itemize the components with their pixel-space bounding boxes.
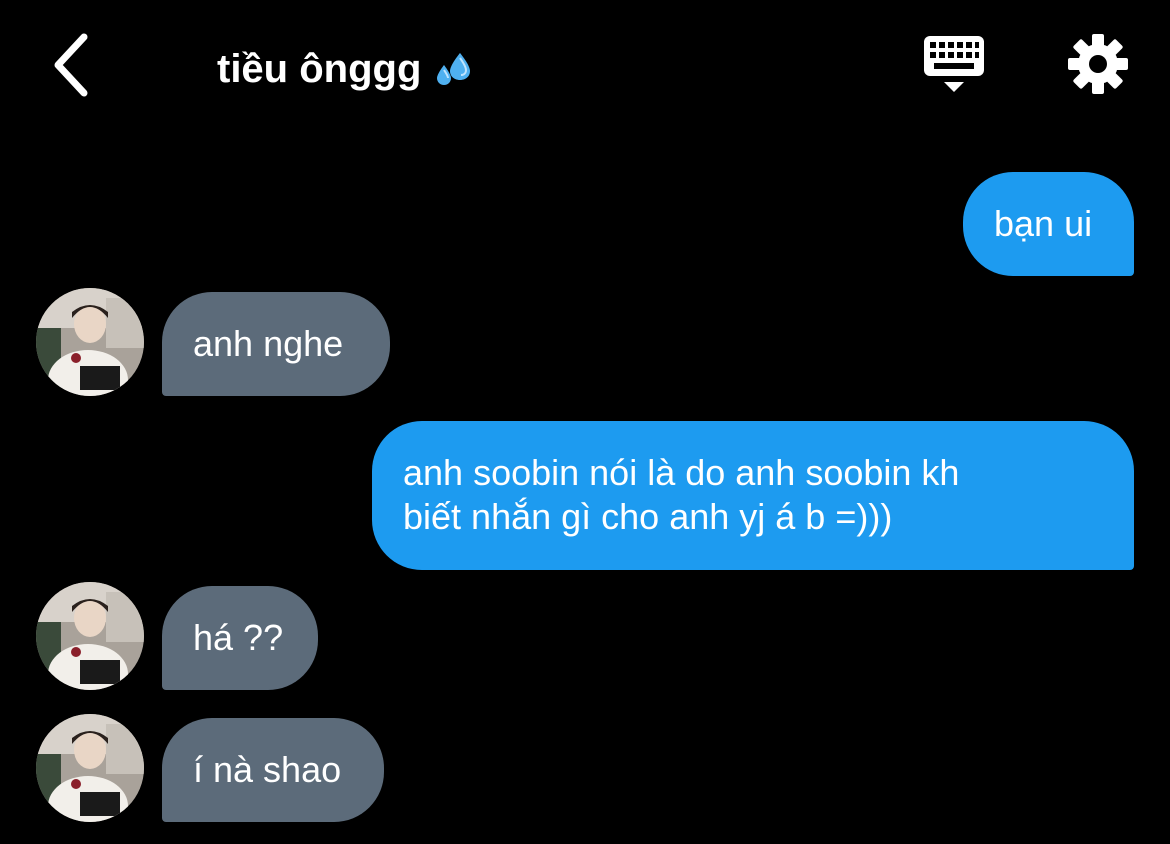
message-bubble-outgoing[interactable]: bạn ui [963, 172, 1134, 276]
keyboard-button[interactable] [920, 32, 988, 98]
message-bubble-incoming[interactable]: há ?? [162, 586, 318, 690]
message-bubble-incoming[interactable]: anh nghe [162, 292, 390, 396]
sweat-droplets-icon [433, 49, 473, 89]
chevron-left-icon [54, 33, 88, 97]
message-bubble-outgoing[interactable]: anh soobin nói là do anh soobin kh biết … [372, 421, 1134, 570]
back-button[interactable] [40, 30, 100, 100]
keyboard-icon [924, 36, 984, 92]
message-text: anh nghe [193, 323, 344, 364]
settings-button[interactable] [1066, 32, 1130, 96]
message-text-line: biết nhắn gì cho anh yj á b =))) [403, 496, 893, 537]
avatar[interactable] [36, 582, 144, 690]
message-bubble-incoming[interactable]: í nà shao [162, 718, 384, 822]
avatar[interactable] [36, 288, 144, 396]
message-text: í nà shao [193, 749, 342, 790]
avatar[interactable] [36, 714, 144, 822]
message-text: há ?? [193, 617, 284, 658]
conversation-name: tiều ônggg [217, 47, 422, 91]
conversation-title[interactable]: tiều ônggg [217, 44, 473, 94]
message-text: bạn ui [994, 203, 1093, 244]
chat-header: tiều ônggg [0, 0, 1170, 130]
gear-icon [1068, 34, 1128, 94]
message-text-line: anh soobin nói là do anh soobin kh [403, 452, 960, 493]
